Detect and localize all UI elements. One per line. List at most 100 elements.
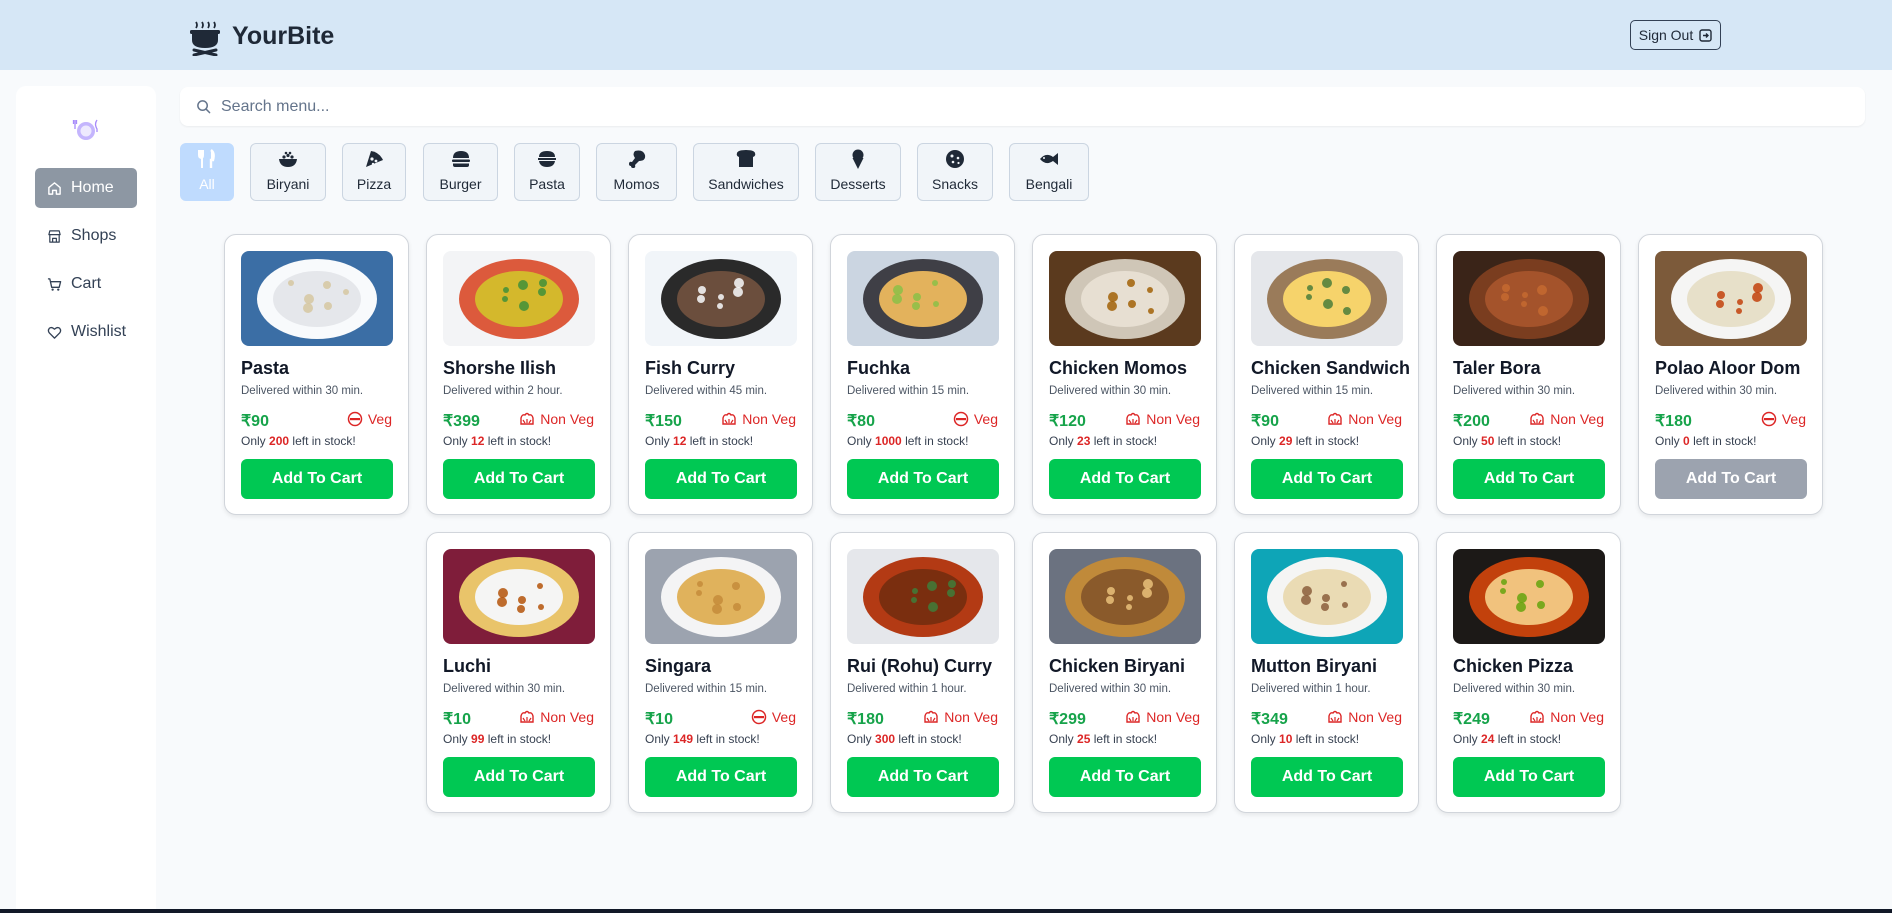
- sidebar-item-label: Wishlist: [71, 323, 127, 340]
- diet-badge: Veg: [1761, 411, 1806, 427]
- drumstick-icon: [628, 150, 645, 168]
- food-photo[interactable]: [1251, 549, 1403, 644]
- diet-label: Non Veg: [1348, 411, 1402, 427]
- brand[interactable]: YourBite: [188, 16, 334, 56]
- add-to-cart-button[interactable]: Add To Cart: [645, 757, 797, 797]
- category-desserts[interactable]: Desserts: [815, 143, 901, 201]
- sidebar-item-home[interactable]: Home: [35, 168, 137, 208]
- home-icon: [48, 181, 61, 195]
- food-photo[interactable]: [443, 251, 595, 346]
- rice-bowl-icon: [279, 151, 297, 167]
- menu-item-card: Fish Curry Delivered within 45 min. ₹150…: [628, 234, 813, 515]
- add-to-cart-button[interactable]: Add To Cart: [443, 757, 595, 797]
- diet-badge: Veg: [751, 709, 796, 725]
- diet-label: Non Veg: [742, 411, 796, 427]
- food-photo[interactable]: [1049, 549, 1201, 644]
- item-price: ₹349: [1251, 711, 1288, 728]
- category-sandwiches[interactable]: Sandwiches: [693, 143, 799, 201]
- category-label: Momos: [613, 176, 660, 192]
- food-photo[interactable]: [847, 251, 999, 346]
- add-to-cart-button[interactable]: Add To Cart: [847, 757, 999, 797]
- non-veg-icon: [520, 412, 534, 425]
- category-biryani[interactable]: Biryani: [250, 143, 326, 201]
- delivery-time: Delivered within 1 hour.: [1251, 683, 1371, 695]
- add-to-cart-button[interactable]: Add To Cart: [645, 459, 797, 499]
- stock-count: 0: [1683, 434, 1690, 448]
- item-name: Chicken Biryani: [1049, 656, 1186, 676]
- item-name: Singara: [645, 656, 712, 676]
- add-to-cart-button[interactable]: Add To Cart: [1453, 757, 1605, 797]
- food-photo[interactable]: [645, 251, 797, 346]
- category-all[interactable]: All: [180, 143, 234, 201]
- add-to-cart-button[interactable]: Add To Cart: [1251, 459, 1403, 499]
- delivery-time: Delivered within 30 min.: [241, 385, 364, 397]
- add-to-cart-button[interactable]: Add To Cart: [1655, 459, 1807, 499]
- category-bengali[interactable]: Bengali: [1009, 143, 1089, 201]
- category-burger[interactable]: Burger: [423, 143, 498, 201]
- diet-label: Non Veg: [540, 411, 594, 427]
- diet-label: Non Veg: [540, 709, 594, 725]
- sidebar: Home Shops Cart Wishlist: [16, 86, 156, 913]
- diet-badge: Veg: [953, 411, 998, 427]
- stock-prefix: Only: [1049, 732, 1074, 746]
- add-to-cart-button[interactable]: Add To Cart: [847, 459, 999, 499]
- item-name: Pasta: [241, 358, 290, 378]
- item-price: ₹200: [1453, 413, 1490, 430]
- category-snacks[interactable]: Snacks: [917, 143, 993, 201]
- item-name: Luchi: [443, 656, 491, 676]
- food-photo[interactable]: [1251, 251, 1403, 346]
- add-to-cart-button[interactable]: Add To Cart: [1049, 757, 1201, 797]
- search-icon: [197, 100, 211, 114]
- item-name: Fuchka: [847, 358, 911, 378]
- food-photo[interactable]: [1655, 251, 1807, 346]
- item-name: Chicken Sandwich: [1251, 358, 1411, 378]
- diet-badge: Non Veg: [1327, 411, 1402, 427]
- category-label: Bengali: [1025, 176, 1073, 192]
- add-to-cart-button[interactable]: Add To Cart: [1453, 459, 1605, 499]
- category-pasta[interactable]: Pasta: [514, 143, 580, 201]
- stock-count: 12: [673, 434, 687, 448]
- stock-text: Only 24 left in stock!: [1453, 732, 1561, 746]
- food-photo[interactable]: [847, 549, 999, 644]
- delivery-time: Delivered within 2 hour.: [443, 385, 563, 397]
- add-to-cart-button[interactable]: Add To Cart: [1251, 757, 1403, 797]
- sidebar-item-cart[interactable]: Cart: [35, 264, 137, 304]
- category-momos[interactable]: Momos: [596, 143, 677, 201]
- fish-icon: [1040, 153, 1058, 165]
- sign-out-icon: [1699, 28, 1712, 42]
- item-price: ₹80: [847, 413, 875, 430]
- bowl-icon: [538, 151, 556, 167]
- sidebar-item-shops[interactable]: Shops: [35, 216, 137, 256]
- stock-count: 1000: [875, 434, 902, 448]
- stock-prefix: Only: [1453, 434, 1478, 448]
- diet-label: Non Veg: [1550, 709, 1604, 725]
- stock-suffix: left in stock!: [1093, 732, 1158, 746]
- diet-label: Veg: [973, 411, 998, 427]
- cart-icon: [47, 277, 62, 291]
- non-veg-icon: [1328, 412, 1342, 425]
- item-price: ₹90: [241, 413, 269, 430]
- non-veg-icon: [924, 710, 938, 723]
- stock-suffix: left in stock!: [292, 434, 356, 448]
- sidebar-item-wishlist[interactable]: Wishlist: [35, 312, 137, 352]
- food-photo[interactable]: [1453, 549, 1605, 644]
- category-pizza[interactable]: Pizza: [342, 143, 406, 201]
- stock-text: Only 10 left in stock!: [1251, 732, 1359, 746]
- food-photo[interactable]: [1453, 251, 1605, 346]
- food-photo[interactable]: [443, 549, 595, 644]
- add-to-cart-button[interactable]: Add To Cart: [241, 459, 393, 499]
- item-name: Taler Bora: [1453, 358, 1541, 378]
- search-input[interactable]: [221, 97, 1821, 116]
- diet-label: Non Veg: [1348, 709, 1402, 725]
- diet-badge: Non Veg: [1125, 411, 1200, 427]
- stock-prefix: Only: [847, 732, 872, 746]
- stock-text: Only 1000 left in stock!: [847, 434, 968, 448]
- add-to-cart-button[interactable]: Add To Cart: [443, 459, 595, 499]
- food-photo[interactable]: [241, 251, 393, 346]
- food-photo[interactable]: [645, 549, 797, 644]
- item-name: Rui (Rohu) Curry: [847, 656, 992, 676]
- food-photo[interactable]: [1049, 251, 1201, 346]
- diet-label: Non Veg: [1550, 411, 1604, 427]
- sign-out-button[interactable]: Sign Out: [1630, 20, 1721, 50]
- add-to-cart-button[interactable]: Add To Cart: [1049, 459, 1201, 499]
